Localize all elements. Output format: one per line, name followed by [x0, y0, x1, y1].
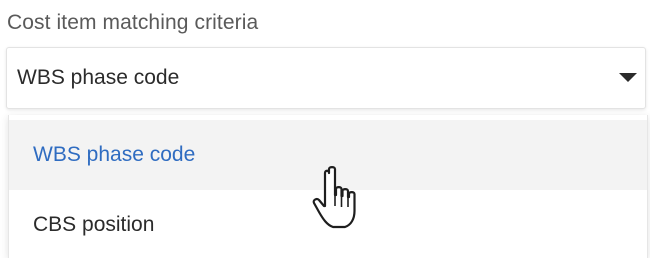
field-label: Cost item matching criteria [7, 11, 259, 34]
dropdown-menu: WBS phase code CBS position [8, 115, 648, 258]
caret-down-icon[interactable] [619, 73, 637, 82]
option-cbs-position[interactable]: CBS position [9, 190, 647, 258]
select-value: WBS phase code [17, 66, 180, 89]
matching-criteria-select[interactable]: WBS phase code [6, 47, 646, 109]
option-label: WBS phase code [33, 143, 196, 166]
option-wbs-phase-code[interactable]: WBS phase code [9, 120, 647, 190]
option-label: CBS position [33, 213, 155, 236]
cost-item-matching-form: Cost item matching criteria WBS phase co… [0, 0, 650, 258]
